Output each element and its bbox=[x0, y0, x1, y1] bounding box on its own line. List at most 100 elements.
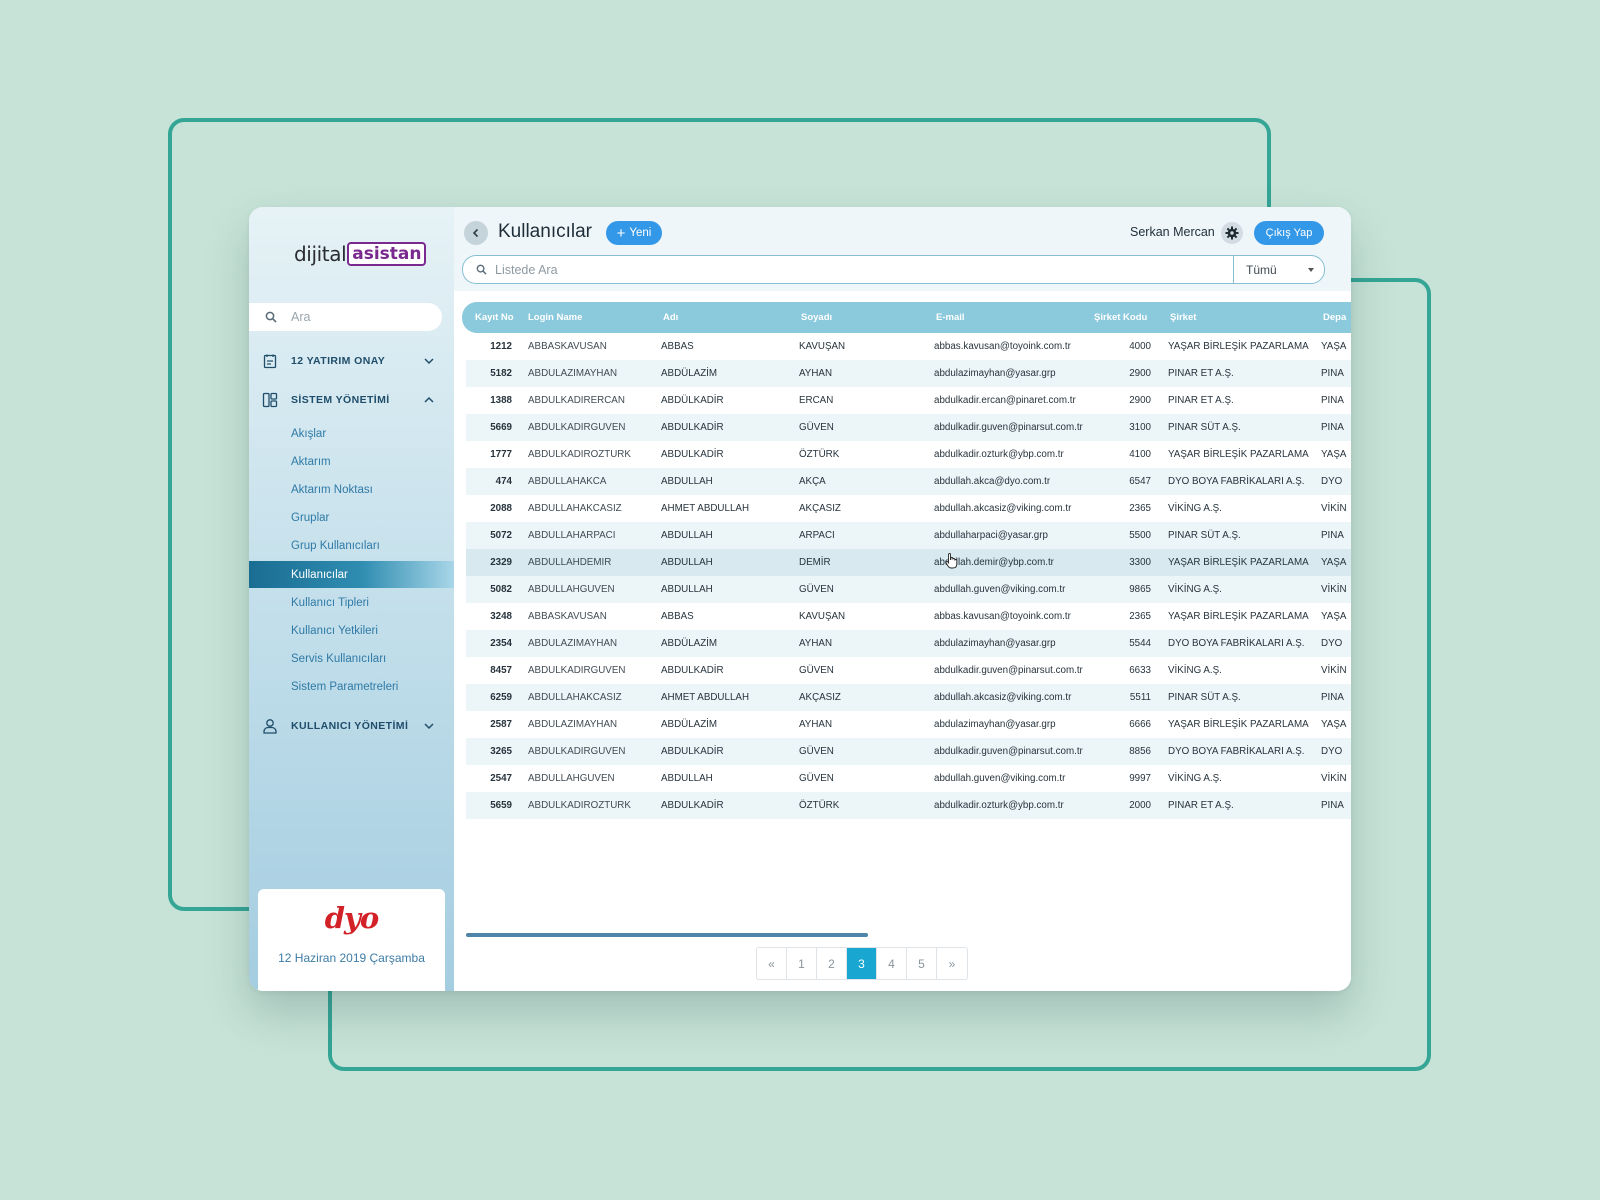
table-row[interactable]: 3265 ABDULKADIRGUVEN ABDULKADİR GÜVEN abdulk… bbox=[466, 738, 1351, 765]
table-row[interactable]: 5659 ABDULKADIROZTURK ABDULKADİR ÖZTÜRK abdu… bbox=[466, 792, 1351, 819]
cell-kayit-no: 1388 bbox=[490, 395, 512, 406]
col-adi[interactable]: Adı bbox=[663, 302, 678, 333]
cell-soyadi: GÜVEN bbox=[799, 773, 834, 784]
sidebar-item-kullanici-yetkileri[interactable]: Kullanıcı Yetkileri bbox=[249, 617, 454, 644]
nav-group-yatirim-onay[interactable]: 12 YATIRIM ONAY bbox=[249, 347, 454, 375]
cell-adi: ABDÜLAZİM bbox=[661, 368, 718, 379]
table-row[interactable]: 2088 ABDULLAHAKCASIZ AHMET ABDULLAH AKÇASIZ… bbox=[466, 495, 1351, 522]
cell-sirket: YAŞAR BİRLEŞİK PAZARLAMA bbox=[1168, 719, 1309, 730]
logo-text-dijital: dijital bbox=[294, 242, 347, 266]
app-window: dijitalasistan 12 YATIRIM ONAY SİSTEM YÖ… bbox=[249, 207, 1351, 991]
table-row[interactable]: 2354 ABDULAZIMAYHAN ABDÜLAZİM AYHAN abdulazi… bbox=[466, 630, 1351, 657]
table-row[interactable]: 5182 ABDULAZIMAYHAN ABDÜLAZİM AYHAN abdulazi… bbox=[466, 360, 1351, 387]
nav-group-label: KULLANICI YÖNETİMİ bbox=[291, 720, 409, 732]
cell-soyadi: GÜVEN bbox=[799, 746, 834, 757]
col-soyadi[interactable]: Soyadı bbox=[801, 302, 832, 333]
cell-kayit-no: 5182 bbox=[490, 368, 512, 379]
pagination: « 1 2 3 4 5 » bbox=[756, 947, 968, 980]
cell-adi: ABDULKADİR bbox=[661, 800, 724, 811]
sidebar-item-aktarim-noktasi[interactable]: Aktarım Noktası bbox=[249, 476, 454, 503]
table-row[interactable]: 6259 ABDULLAHAKCASIZ AHMET ABDULLAH AKÇASIZ… bbox=[466, 684, 1351, 711]
table-row[interactable]: 5669 ABDULKADIRGUVEN ABDULKADİR GÜVEN abdulk… bbox=[466, 414, 1351, 441]
table-row[interactable]: 1212 ABBASKAVUSAN ABBAS KAVUŞAN abbas.kavusa… bbox=[466, 333, 1351, 360]
table-row[interactable]: 3248 ABBASKAVUSAN ABBAS KAVUŞAN abbas.kavusa… bbox=[466, 603, 1351, 630]
table-row[interactable]: 1777 ABDULKADIROZTURK ABDULKADİR ÖZTÜRK abdu… bbox=[466, 441, 1351, 468]
cell-sirket-kodu: 8856 bbox=[1129, 746, 1151, 757]
settings-button[interactable] bbox=[1221, 222, 1243, 244]
cell-sirket: YAŞAR BİRLEŞİK PAZARLAMA bbox=[1168, 557, 1309, 568]
cell-kayit-no: 3265 bbox=[490, 746, 512, 757]
logout-button[interactable]: Çıkış Yap bbox=[1254, 221, 1324, 245]
brand-card: dyo 12 Haziran 2019 Çarşamba bbox=[258, 889, 445, 991]
col-kayit-no[interactable]: Kayıt No bbox=[475, 302, 514, 333]
cell-kayit-no: 2088 bbox=[490, 503, 512, 514]
nav-group-sistem-yonetimi[interactable]: SİSTEM YÖNETİMİ bbox=[249, 386, 454, 414]
col-sirket[interactable]: Şirket bbox=[1170, 302, 1196, 333]
cell-login-name: ABDULLAHGUVEN bbox=[528, 584, 615, 595]
cell-departman: YAŞA bbox=[1321, 611, 1347, 622]
col-departman[interactable]: Depa bbox=[1323, 302, 1346, 333]
cell-soyadi: AYHAN bbox=[799, 638, 833, 649]
cell-soyadi: DEMİR bbox=[799, 557, 831, 568]
table-row[interactable]: 5072 ABDULLAHARPACI ABDULLAH ARPACI abdullah… bbox=[466, 522, 1351, 549]
sidebar-search-input[interactable] bbox=[291, 310, 421, 324]
table-row[interactable]: 1388 ABDULKADIRERCAN ABDÜLKADİR ERCAN abdulk… bbox=[466, 387, 1351, 414]
sidebar-item-sistem-parametreleri[interactable]: Sistem Parametreleri bbox=[249, 673, 454, 700]
user-icon bbox=[263, 719, 277, 734]
cell-kayit-no: 5669 bbox=[490, 422, 512, 433]
cell-sirket: YAŞAR BİRLEŞİK PAZARLAMA bbox=[1168, 341, 1309, 352]
table-row[interactable]: 2329 ABDULLAHDEMIR ABDULLAH DEMİR abdullah.d… bbox=[466, 549, 1351, 576]
page-last-button[interactable]: » bbox=[937, 948, 967, 979]
cell-kayit-no: 5072 bbox=[490, 530, 512, 541]
page-title: Kullanıcılar bbox=[498, 221, 592, 242]
filter-select[interactable]: Tümü bbox=[1233, 255, 1325, 284]
cell-email: abdulkadir.guven@pinarsut.com.tr bbox=[934, 665, 1083, 676]
cell-soyadi: KAVUŞAN bbox=[799, 341, 846, 352]
back-button[interactable] bbox=[464, 221, 488, 245]
new-button[interactable]: + Yeni bbox=[606, 221, 662, 245]
new-button-label: Yeni bbox=[629, 227, 652, 239]
page-button-5[interactable]: 5 bbox=[907, 948, 937, 979]
sidebar-search[interactable] bbox=[249, 303, 442, 331]
table-row[interactable]: 474 ABDULLAHAKCA ABDULLAH AKÇA abdullah.akca… bbox=[466, 468, 1351, 495]
top-bar: Kullanıcılar + Yeni Serkan Mercan Çıkış … bbox=[454, 207, 1351, 291]
chevron-down-icon bbox=[424, 723, 434, 730]
table-row[interactable]: 2547 ABDULLAHGUVEN ABDULLAH GÜVEN abdullah.g… bbox=[466, 765, 1351, 792]
table-row[interactable]: 2587 ABDULAZIMAYHAN ABDÜLAZİM AYHAN abdulazi… bbox=[466, 711, 1351, 738]
page-button-3[interactable]: 3 bbox=[847, 948, 877, 979]
table-row[interactable]: 5082 ABDULLAHGUVEN ABDULLAH GÜVEN abdullah.g… bbox=[466, 576, 1351, 603]
page-first-button[interactable]: « bbox=[757, 948, 787, 979]
table-row[interactable]: 5849 ABDULLAHGUVEN ABDULLAH GÜVEN abdullah.g… bbox=[466, 819, 1351, 825]
cell-login-name: ABDULAZIMAYHAN bbox=[528, 719, 618, 730]
cell-email: abdulkadir.ozturk@ybp.com.tr bbox=[934, 800, 1064, 811]
sidebar-item-servis-kullanicilari[interactable]: Servis Kullanıcıları bbox=[249, 645, 454, 672]
cell-sirket: PINAR ET A.Ş. bbox=[1168, 395, 1234, 406]
cell-sirket: PINAR ET A.Ş. bbox=[1168, 368, 1234, 379]
sidebar-item-kullanicilar[interactable]: Kullanıcılar bbox=[249, 561, 454, 588]
cell-adi: ABDULLAH bbox=[661, 819, 713, 825]
col-sirket-kodu[interactable]: Şirket Kodu bbox=[1094, 302, 1147, 333]
cell-login-name: ABBASKAVUSAN bbox=[528, 611, 607, 622]
sidebar-item-akislar[interactable]: Akışlar bbox=[249, 420, 454, 447]
page-button-2[interactable]: 2 bbox=[817, 948, 847, 979]
sidebar: dijitalasistan 12 YATIRIM ONAY SİSTEM YÖ… bbox=[249, 207, 454, 991]
list-search-input[interactable] bbox=[495, 262, 1195, 277]
sidebar-item-aktarim[interactable]: Aktarım bbox=[249, 448, 454, 475]
cell-departman: YAŞA bbox=[1321, 341, 1347, 352]
cell-sirket: VİKİNG A.Ş. bbox=[1168, 773, 1222, 784]
page-button-1[interactable]: 1 bbox=[787, 948, 817, 979]
col-login-name[interactable]: Login Name bbox=[528, 302, 582, 333]
cell-sirket-kodu: 6547 bbox=[1129, 476, 1151, 487]
page-button-4[interactable]: 4 bbox=[877, 948, 907, 979]
cell-adi: ABBAS bbox=[661, 341, 694, 352]
sidebar-item-kullanici-tipleri[interactable]: Kullanıcı Tipleri bbox=[249, 589, 454, 616]
sidebar-item-grup-kullanicilari[interactable]: Grup Kullanıcıları bbox=[249, 532, 454, 559]
sidebar-item-gruplar[interactable]: Gruplar bbox=[249, 504, 454, 531]
list-search[interactable] bbox=[462, 255, 1233, 284]
col-email[interactable]: E-mail bbox=[936, 302, 965, 333]
cell-soyadi: AKÇA bbox=[799, 476, 826, 487]
cell-departman: DYO bbox=[1321, 638, 1343, 649]
nav-group-kullanici-yonetimi[interactable]: KULLANICI YÖNETİMİ bbox=[249, 712, 454, 740]
horizontal-scrollbar[interactable] bbox=[466, 933, 868, 937]
table-row[interactable]: 8457 ABDULKADIRGUVEN ABDULKADİR GÜVEN abdulk… bbox=[466, 657, 1351, 684]
